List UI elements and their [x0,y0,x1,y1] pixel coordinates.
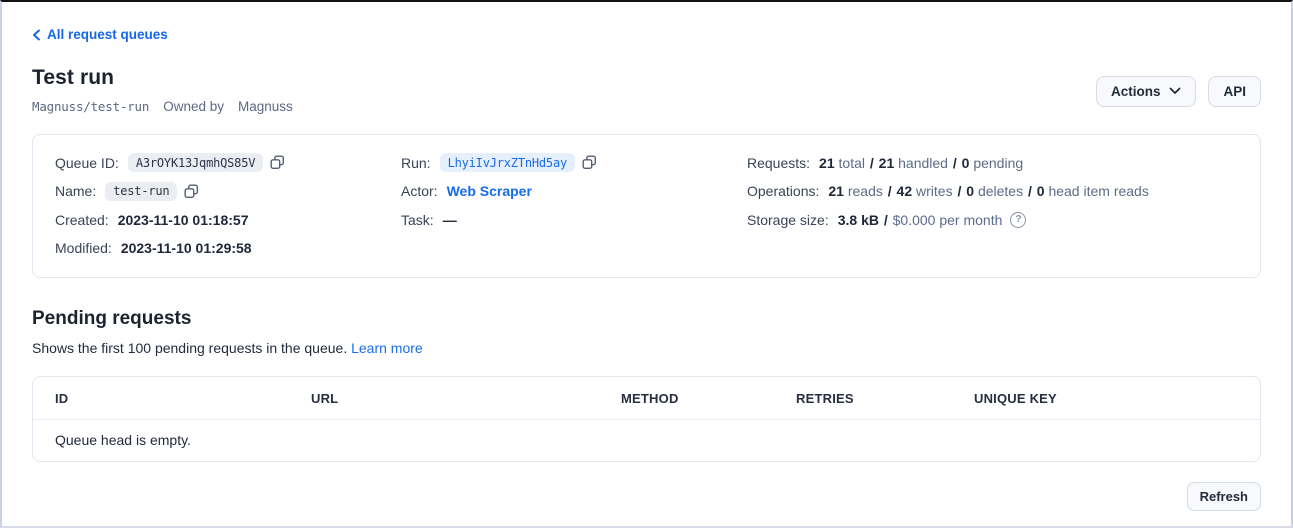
pending-requests-table: ID URL METHOD RETRIES UNIQUE KEY Queue h… [32,376,1261,462]
run-row: Run: LhyiIvJrxZTnHd5ay [401,153,747,173]
breadcrumb-label: All request queues [47,27,168,42]
column-header-id: ID [55,377,311,419]
operations-deletes-value: 0 [966,183,974,199]
requests-pending-word: pending [973,155,1023,171]
breadcrumb-all-request-queues[interactable]: All request queues [32,27,168,42]
operations-stat-row: Operations: 21 reads / 42 writes / 0 del… [747,181,1238,201]
learn-more-link[interactable]: Learn more [351,340,423,356]
actor-label: Actor: [401,183,438,199]
queue-id-value: A3rOYK13JqmhQS85V [128,153,263,172]
actor-row: Actor: Web Scraper [401,181,747,201]
actions-button[interactable]: Actions [1096,76,1197,107]
column-header-method: METHOD [621,377,796,419]
run-id-link[interactable]: LhyiIvJrxZTnHd5ay [440,153,575,172]
requests-handled-value: 21 [879,155,895,171]
separator: / [956,183,962,199]
details-column-run: Run: LhyiIvJrxZTnHd5ay Actor: Web Scrape… [401,153,747,267]
task-row: Task: — [401,210,747,230]
operations-writes-word: writes [916,183,953,199]
queue-details-card: Queue ID: A3rOYK13JqmhQS85V Name: test-r… [32,134,1261,278]
page-title: Test run [32,66,293,90]
table-empty-message: Queue head is empty. [33,420,1260,461]
task-label: Task: [401,212,434,228]
operations-deletes-word: deletes [978,183,1023,199]
operations-head-reads-value: 0 [1037,183,1045,199]
chevron-down-icon [1169,87,1181,95]
separator: / [869,155,875,171]
api-button[interactable]: API [1208,76,1261,107]
modified-row: Modified: 2023-11-10 01:29:58 [55,238,401,258]
operations-head-reads-word: head item reads [1048,183,1148,199]
requests-pending-value: 0 [962,155,970,171]
page-header: Test run Magnuss/test-run Owned by Magnu… [32,66,1261,114]
name-value: test-run [105,182,177,201]
owned-by-label: Owned by [163,99,224,114]
api-button-label: API [1223,84,1246,99]
requests-total-word: total [839,155,865,171]
chevron-left-icon [32,29,41,41]
column-header-retries: RETRIES [796,377,974,419]
operations-reads-value: 21 [828,183,844,199]
pending-requests-title: Pending requests [32,308,1261,330]
operations-reads-word: reads [848,183,883,199]
request-queue-page: All request queues Test run Magnuss/test… [0,0,1293,528]
actor-link[interactable]: Web Scraper [447,183,532,199]
storage-cost-value: $0.000 per month [893,212,1003,228]
created-value: 2023-11-10 01:18:57 [118,212,249,228]
requests-label: Requests: [747,155,810,171]
page-subtitle: Magnuss/test-run Owned by Magnuss [32,99,293,114]
created-row: Created: 2023-11-10 01:18:57 [55,210,401,230]
pending-requests-description-text: Shows the first 100 pending requests in … [32,340,347,356]
table-header-row: ID URL METHOD RETRIES UNIQUE KEY [33,377,1260,420]
details-column-stats: Requests: 21 total / 21 handled / 0 pend… [747,153,1238,267]
storage-stat-row: Storage size: 3.8 kB / $0.000 per month … [747,210,1238,230]
storage-size-value: 3.8 kB [838,212,879,228]
queue-id-row: Queue ID: A3rOYK13JqmhQS85V [55,153,401,173]
copy-icon[interactable] [582,155,597,170]
queue-path: Magnuss/test-run [32,99,149,114]
storage-size-label: Storage size: [747,212,829,228]
refresh-button-label: Refresh [1200,489,1248,504]
column-header-url: URL [311,377,621,419]
refresh-button[interactable]: Refresh [1187,482,1261,511]
separator: / [887,183,893,199]
created-label: Created: [55,212,109,228]
question-circle-icon[interactable]: ? [1010,212,1026,228]
requests-total-value: 21 [819,155,835,171]
task-value: — [443,212,457,228]
modified-label: Modified: [55,240,112,256]
operations-writes-value: 42 [897,183,913,199]
column-header-unique-key: UNIQUE KEY [974,377,1260,419]
name-label: Name: [55,183,96,199]
copy-icon[interactable] [184,184,199,199]
modified-value: 2023-11-10 01:29:58 [121,240,252,256]
requests-handled-word: handled [898,155,948,171]
separator: / [952,155,958,171]
separator: / [1027,183,1033,199]
operations-label: Operations: [747,183,819,199]
run-label: Run: [401,155,431,171]
queue-id-label: Queue ID: [55,155,119,171]
owner-name[interactable]: Magnuss [238,99,293,114]
separator: / [883,212,889,228]
details-column-ids: Queue ID: A3rOYK13JqmhQS85V Name: test-r… [55,153,401,267]
copy-icon[interactable] [270,155,285,170]
pending-requests-description: Shows the first 100 pending requests in … [32,340,1261,356]
requests-stat-row: Requests: 21 total / 21 handled / 0 pend… [747,153,1238,173]
actions-button-label: Actions [1111,84,1161,99]
name-row: Name: test-run [55,181,401,201]
